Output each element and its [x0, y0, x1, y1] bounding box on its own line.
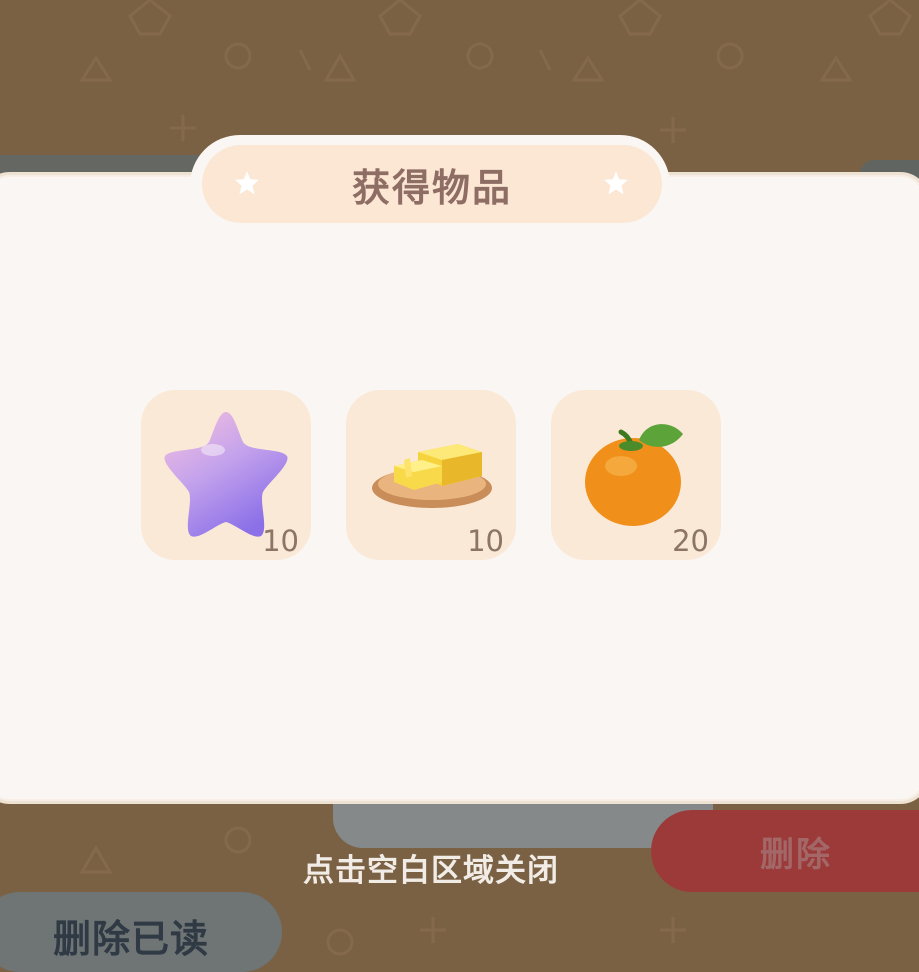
delete-read-button-label: 删除已读 [52, 917, 209, 961]
item-count: 10 [262, 524, 299, 558]
reward-item[interactable]: 10 [346, 390, 516, 560]
title-banner: 获得物品 [202, 145, 662, 223]
star-icon [603, 170, 629, 196]
reward-item[interactable]: 20 [551, 390, 721, 560]
reward-item[interactable]: 10 [141, 390, 311, 560]
item-count: 20 [672, 524, 709, 558]
dialog-title: 获得物品 [351, 165, 512, 210]
close-hint: 点击空白区域关闭 [303, 853, 559, 889]
item-count: 10 [467, 524, 504, 558]
star-icon [234, 170, 260, 196]
delete-read-button[interactable]: 删除已读 [0, 892, 282, 972]
